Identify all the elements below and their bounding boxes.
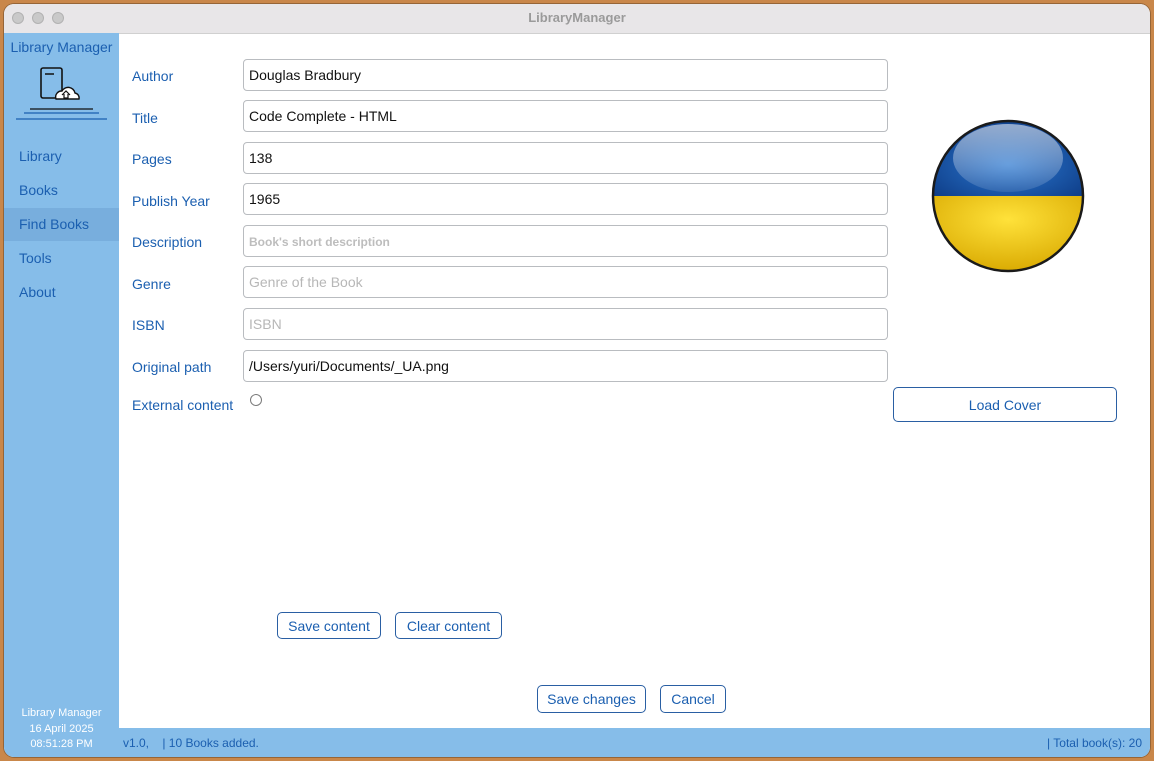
save-content-button[interactable]: Save content xyxy=(277,612,381,639)
ukraine-flag-button-icon xyxy=(931,119,1085,273)
sidebar-footer-time: 08:51:28 PM xyxy=(30,738,93,750)
genre-label: Genre xyxy=(132,276,171,292)
window-title: LibraryManager xyxy=(528,10,626,25)
sidebar-footer-app: Library Manager xyxy=(21,707,102,719)
publish-year-label: Publish Year xyxy=(132,193,210,209)
save-changes-button[interactable]: Save changes xyxy=(537,685,646,713)
author-field[interactable] xyxy=(243,59,888,91)
status-bar: v1.0, | 10 Books added. | Total book(s):… xyxy=(119,728,1150,757)
status-left: v1.0, | 10 Books added. xyxy=(123,736,259,750)
original-path-label: Original path xyxy=(132,359,212,375)
description-field[interactable] xyxy=(243,225,888,257)
isbn-label: ISBN xyxy=(132,317,165,333)
sidebar-item-library[interactable]: Library xyxy=(4,140,119,173)
description-label: Description xyxy=(132,234,203,250)
sidebar: Library Manager Library Books Find Books… xyxy=(4,33,119,757)
publish-year-field[interactable] xyxy=(243,183,888,215)
isbn-field[interactable] xyxy=(243,308,888,340)
sidebar-item-find-books[interactable]: Find Books xyxy=(4,208,119,241)
cancel-button[interactable]: Cancel xyxy=(660,685,726,713)
load-cover-button[interactable]: Load Cover xyxy=(893,387,1117,422)
title-field[interactable] xyxy=(243,100,888,132)
status-total-books: | Total book(s): 20 xyxy=(1047,736,1142,750)
sidebar-footer-date: 16 April 2025 xyxy=(29,723,94,735)
original-path-field[interactable] xyxy=(243,350,888,382)
status-books-added: | 10 Books added. xyxy=(162,736,259,750)
author-label: Author xyxy=(132,68,174,84)
external-content-radio[interactable] xyxy=(250,394,262,406)
clear-content-button[interactable]: Clear content xyxy=(395,612,502,639)
title-label: Title xyxy=(132,110,158,126)
pages-field[interactable] xyxy=(243,142,888,174)
status-version: v1.0, xyxy=(123,736,150,750)
sidebar-app-name: Library Manager xyxy=(10,39,113,55)
sidebar-item-books[interactable]: Books xyxy=(4,174,119,207)
genre-field[interactable] xyxy=(243,266,888,298)
sidebar-item-tools[interactable]: Tools xyxy=(4,242,119,275)
library-logo-icon xyxy=(16,67,107,120)
pages-label: Pages xyxy=(132,151,172,167)
title-bar: LibraryManager xyxy=(4,4,1150,34)
external-content-label: External content xyxy=(132,397,234,413)
sidebar-item-about[interactable]: About xyxy=(4,276,119,309)
